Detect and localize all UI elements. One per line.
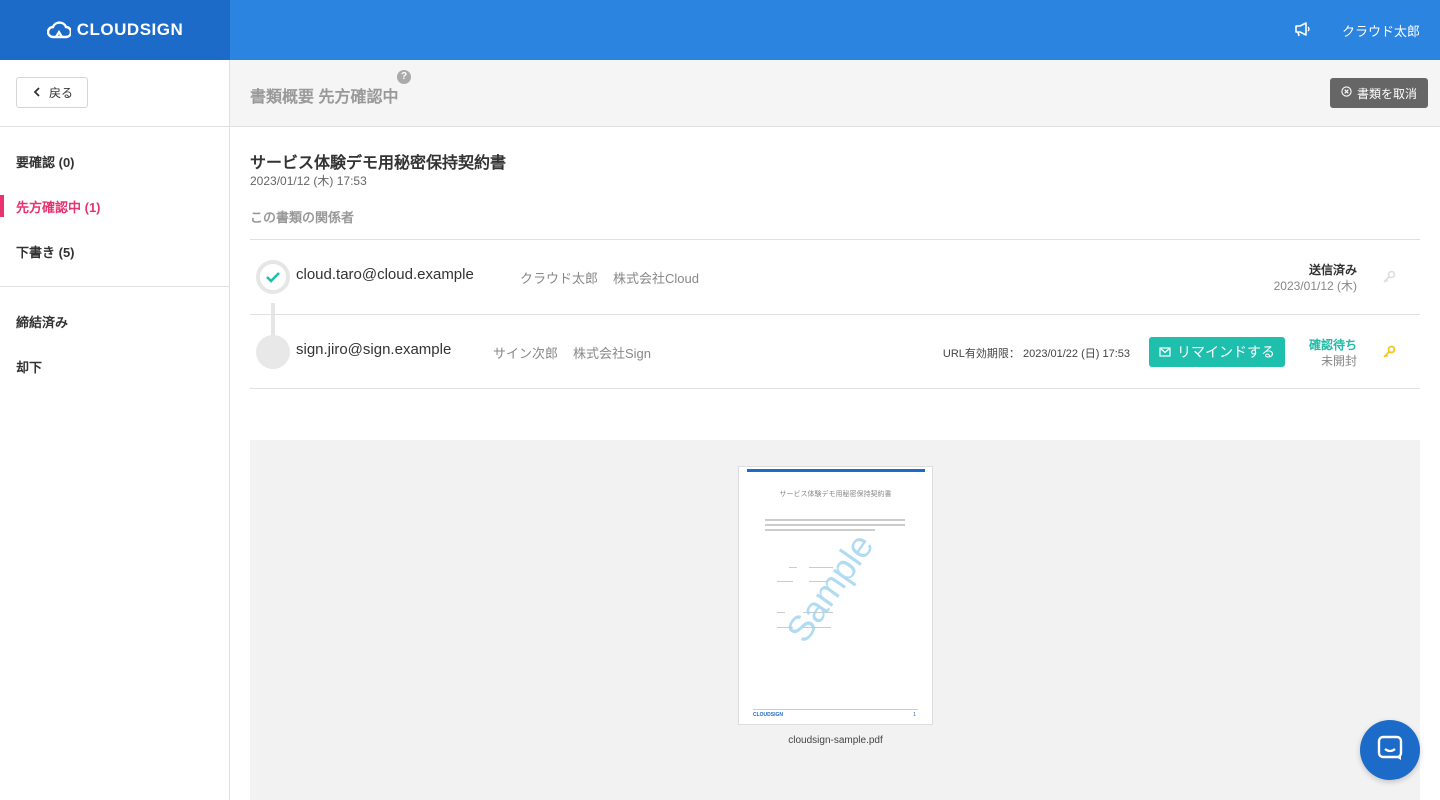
url-expiry-label: URL有効期限： (942, 348, 1020, 360)
party-status: 送信済み 2023/01/12 (木) (1274, 262, 1357, 294)
thumbnail-logo: CLOUDSIGN (753, 712, 783, 718)
thumbnail-text-line (765, 524, 905, 526)
file-name[interactable]: cloudsign-sample.pdf (738, 735, 933, 746)
party-row: cloud.taro@cloud.example クラウド太郎 株式会社Clou… (250, 239, 1420, 314)
party-email: cloud.taro@cloud.example (296, 266, 474, 283)
thumbnail-footer-divider (753, 709, 918, 710)
sidebar-item-rejected[interactable]: 却下 (0, 344, 229, 389)
pending-circle-icon (256, 335, 290, 369)
thumbnail-header-bar (747, 469, 925, 472)
cancel-document-button[interactable]: 書類を取消 (1329, 78, 1428, 108)
key-icon (1382, 270, 1396, 289)
url-expiry: URL有効期限： 2023/01/22 (日) 17:53 (943, 345, 1130, 361)
thumbnail-text-line (765, 519, 905, 521)
logo-text: CLOUDSIGN (76, 20, 184, 39)
cancel-document-label: 書類を取消 (1356, 86, 1417, 101)
page-title: 書類概要 先方確認中 (250, 89, 399, 106)
logo[interactable]: CLOUDSIGN (0, 0, 230, 60)
chevron-left-icon (33, 86, 41, 100)
top-bar: CLOUDSIGN クラウド太郎 (0, 0, 1440, 60)
sidebar-item-awaiting-counterparty[interactable]: 先方確認中 (1) (0, 184, 229, 229)
check-icon (256, 260, 290, 294)
status-date: 2023/01/12 (木) (1273, 279, 1357, 293)
thumbnail-text-line (777, 581, 793, 582)
megaphone-icon[interactable] (1294, 21, 1312, 40)
page-header: 書類概要 先方確認中 ? 書類を取消 (230, 60, 1440, 127)
sidebar-item-needs-confirmation[interactable]: 要確認 (0) (0, 139, 229, 184)
sidebar-item-concluded[interactable]: 締結済み (0, 299, 229, 344)
status-label: 送信済み (1308, 263, 1357, 277)
help-icon[interactable]: ? (397, 70, 411, 84)
sample-watermark: Sample (777, 525, 882, 650)
party-name: サイン次郎 (493, 346, 559, 361)
sidebar-item-drafts[interactable]: 下書き (5) (0, 229, 229, 274)
party-row: sign.jiro@sign.example サイン次郎 株式会社Sign UR… (250, 314, 1420, 389)
document-title: サービス体験デモ用秘密保持契約書 (250, 155, 507, 172)
party-email: sign.jiro@sign.example (296, 341, 452, 358)
document-preview: サービス体験デモ用秘密保持契約書 Sample CLOUDSIGN 1 clou… (250, 440, 1420, 800)
status-sub-label: 未開封 (1320, 354, 1357, 368)
cloud-logo-icon (46, 21, 71, 39)
key-icon (1382, 345, 1396, 364)
thumbnail-text-line (789, 567, 797, 568)
party-company: 株式会社Cloud (613, 271, 699, 286)
parties-heading: この書類の関係者 (250, 210, 355, 225)
url-expiry-value: 2023/01/22 (日) 17:53 (1022, 348, 1130, 360)
sidebar: 戻る 要確認 (0) 先方確認中 (1) 下書き (5) 締結済み 却下 (0, 60, 230, 800)
close-circle-icon (1341, 86, 1352, 100)
document-thumbnail[interactable]: サービス体験デモ用秘密保持契約書 Sample CLOUDSIGN 1 (738, 466, 933, 725)
remind-button[interactable]: リマインドする (1149, 337, 1285, 367)
mail-icon (1159, 344, 1171, 360)
status-label: 確認待ち (1308, 338, 1357, 352)
party-name: クラウド太郎 (520, 271, 599, 286)
thumbnail-text-line (777, 612, 785, 613)
party-status: 確認待ち 未開封 (1309, 337, 1357, 369)
user-menu[interactable]: クラウド太郎 (1342, 21, 1420, 40)
remind-label: リマインドする (1177, 344, 1275, 360)
thumbnail-text-line (765, 529, 875, 531)
back-label: 戻る (49, 86, 74, 100)
back-button[interactable]: 戻る (16, 77, 89, 108)
document-date: 2023/01/12 (木) 17:53 (250, 174, 367, 188)
thumbnail-title: サービス体験デモ用秘密保持契約書 (779, 491, 892, 498)
thumbnail-page-number: 1 (913, 712, 916, 718)
chat-icon (1376, 734, 1404, 767)
party-company: 株式会社Sign (573, 346, 652, 361)
chat-button[interactable] (1360, 720, 1420, 780)
